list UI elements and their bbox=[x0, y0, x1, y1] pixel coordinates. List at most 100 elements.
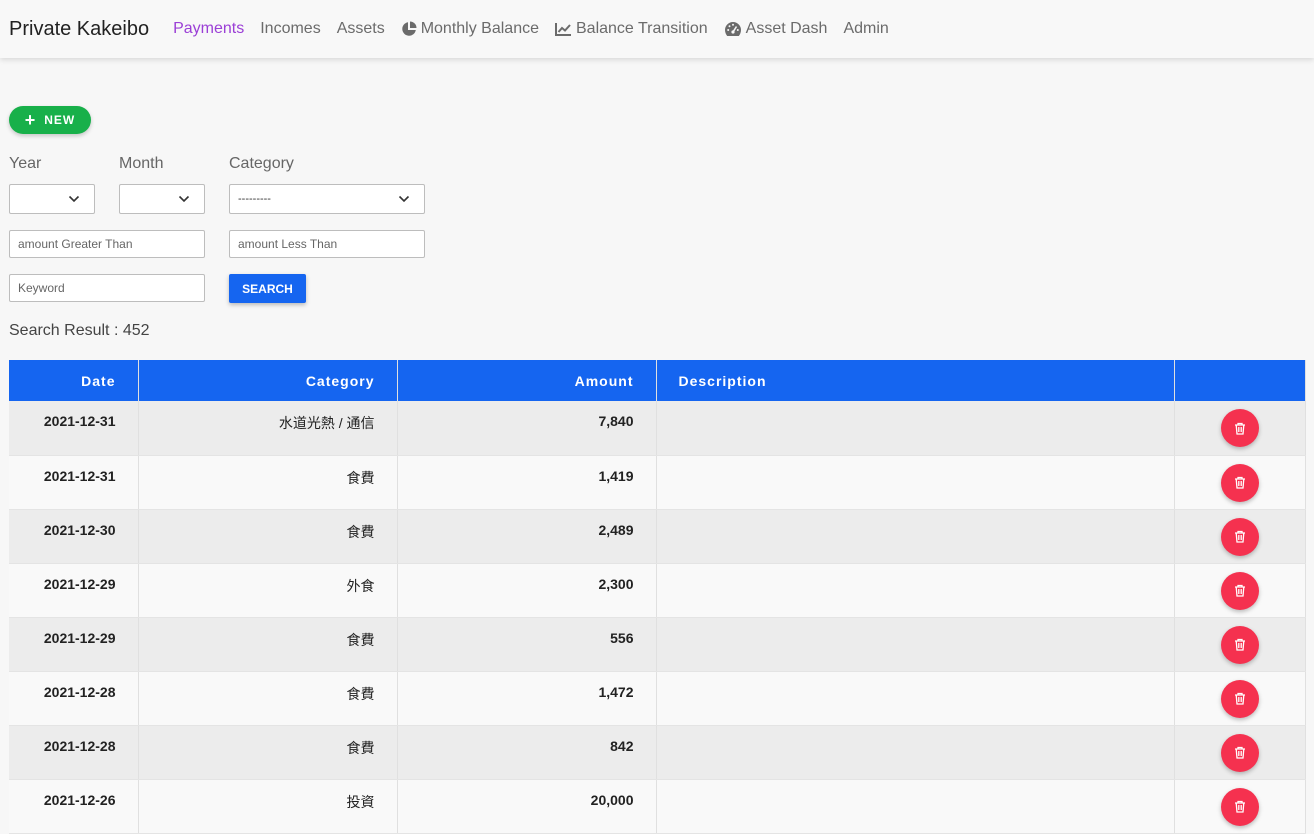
nav-monthly-balance[interactable]: Monthly Balance bbox=[401, 20, 539, 38]
keyword-input[interactable] bbox=[9, 274, 205, 302]
nav-admin-label: Admin bbox=[843, 20, 889, 37]
payments-table: Date Category Amount Description 2021-12… bbox=[9, 360, 1306, 834]
nav-asset-dash-label: Asset Dash bbox=[745, 20, 828, 37]
new-button-label: NEW bbox=[44, 113, 76, 127]
table-row[interactable]: 2021-12-31 水道光熱 / 通信 7,840 bbox=[9, 401, 1306, 456]
table-row[interactable]: 2021-12-31 食費 1,419 bbox=[9, 455, 1306, 510]
brand-title[interactable]: Private Kakeibo bbox=[9, 18, 149, 41]
category-column-header[interactable]: Category bbox=[138, 360, 398, 401]
category-select-value: --------- bbox=[238, 193, 271, 205]
nav-balance-transition-label: Balance Transition bbox=[576, 20, 708, 37]
row-category: 外食 bbox=[138, 563, 398, 618]
row-date: 2021-12-31 bbox=[9, 455, 139, 510]
row-date: 2021-12-30 bbox=[9, 509, 139, 564]
nav-monthly-balance-label: Monthly Balance bbox=[420, 20, 539, 37]
row-category: 食費 bbox=[138, 455, 398, 510]
row-date: 2021-12-28 bbox=[9, 725, 139, 780]
trash-icon bbox=[1234, 692, 1245, 705]
top-navbar: Private Kakeibo Payments Incomes Assets … bbox=[0, 0, 1314, 58]
search-result-count: Search Result : 452 bbox=[9, 322, 150, 339]
amount-less-than-input[interactable] bbox=[229, 230, 425, 258]
dashboard-icon bbox=[724, 22, 741, 36]
row-description bbox=[656, 617, 1175, 672]
row-amount: 842 bbox=[397, 725, 657, 780]
year-select[interactable] bbox=[9, 184, 95, 214]
row-date: 2021-12-31 bbox=[9, 401, 139, 456]
delete-button[interactable] bbox=[1220, 733, 1259, 772]
table-row[interactable]: 2021-12-29 食費 556 bbox=[9, 617, 1306, 672]
nav-incomes-label: Incomes bbox=[260, 20, 321, 37]
nav-payments-label: Payments bbox=[173, 20, 245, 37]
row-amount: 556 bbox=[397, 617, 657, 672]
row-description bbox=[656, 563, 1175, 618]
row-description bbox=[656, 509, 1175, 564]
trash-icon bbox=[1234, 800, 1245, 813]
table-row[interactable]: 2021-12-29 外食 2,300 bbox=[9, 563, 1306, 618]
chevron-down-icon bbox=[398, 195, 410, 203]
row-date: 2021-12-26 bbox=[9, 779, 139, 834]
amount-greater-than-input[interactable] bbox=[9, 230, 205, 258]
delete-button[interactable] bbox=[1220, 625, 1259, 664]
row-date: 2021-12-29 bbox=[9, 563, 139, 618]
plus-icon: + bbox=[24, 110, 37, 130]
trash-icon bbox=[1234, 422, 1245, 435]
nav-payments[interactable]: Payments bbox=[173, 20, 244, 38]
row-category: 投資 bbox=[138, 779, 398, 834]
nav-admin[interactable]: Admin bbox=[843, 20, 888, 38]
row-description bbox=[656, 725, 1175, 780]
trash-icon bbox=[1234, 746, 1245, 759]
row-amount: 2,489 bbox=[397, 509, 657, 564]
row-category: 食費 bbox=[138, 509, 398, 564]
new-button[interactable]: + NEW bbox=[9, 106, 91, 134]
description-column-header[interactable]: Description bbox=[656, 360, 1175, 401]
trash-icon bbox=[1234, 638, 1245, 651]
row-description bbox=[656, 671, 1175, 726]
nav-incomes[interactable]: Incomes bbox=[260, 20, 320, 38]
month-select[interactable] bbox=[119, 184, 205, 214]
table-row[interactable]: 2021-12-28 食費 1,472 bbox=[9, 671, 1306, 726]
table-row[interactable]: 2021-12-30 食費 2,489 bbox=[9, 509, 1306, 564]
nav-balance-transition[interactable]: Balance Transition bbox=[555, 20, 708, 38]
row-category: 水道光熱 / 通信 bbox=[138, 401, 398, 456]
table-header-row: Date Category Amount Description bbox=[9, 360, 1306, 401]
actions-column-header bbox=[1174, 360, 1306, 401]
row-amount: 20,000 bbox=[397, 779, 657, 834]
year-label: Year bbox=[9, 155, 42, 172]
line-chart-icon bbox=[555, 23, 571, 36]
delete-button[interactable] bbox=[1220, 517, 1259, 556]
delete-button[interactable] bbox=[1220, 787, 1259, 826]
search-button-label: SEARCH bbox=[242, 281, 293, 296]
chevron-down-icon bbox=[178, 195, 190, 203]
row-amount: 1,419 bbox=[397, 455, 657, 510]
pie-chart-icon bbox=[401, 21, 417, 36]
delete-button[interactable] bbox=[1220, 679, 1259, 718]
category-select[interactable]: --------- bbox=[229, 184, 425, 214]
delete-button[interactable] bbox=[1220, 409, 1259, 447]
row-date: 2021-12-28 bbox=[9, 671, 139, 726]
row-category: 食費 bbox=[138, 671, 398, 726]
delete-button[interactable] bbox=[1220, 463, 1259, 502]
amount-column-header[interactable]: Amount bbox=[397, 360, 657, 401]
trash-icon bbox=[1234, 476, 1245, 489]
table-row[interactable]: 2021-12-28 食費 842 bbox=[9, 725, 1306, 780]
row-description bbox=[656, 401, 1175, 456]
chevron-down-icon bbox=[68, 195, 80, 203]
nav-asset-dash[interactable]: Asset Dash bbox=[724, 20, 828, 38]
row-category: 食費 bbox=[138, 725, 398, 780]
row-amount: 2,300 bbox=[397, 563, 657, 618]
nav-assets-label: Assets bbox=[336, 20, 385, 37]
row-amount: 1,472 bbox=[397, 671, 657, 726]
row-category: 食費 bbox=[138, 617, 398, 672]
trash-icon bbox=[1234, 584, 1245, 597]
row-date: 2021-12-29 bbox=[9, 617, 139, 672]
row-description bbox=[656, 779, 1175, 834]
date-column-header[interactable]: Date bbox=[9, 360, 139, 401]
category-label: Category bbox=[229, 155, 294, 172]
table-row[interactable]: 2021-12-26 投資 20,000 bbox=[9, 779, 1306, 834]
row-amount: 7,840 bbox=[397, 401, 657, 456]
search-button[interactable]: SEARCH bbox=[229, 274, 306, 303]
nav-assets[interactable]: Assets bbox=[337, 20, 385, 38]
month-label: Month bbox=[119, 155, 164, 172]
row-description bbox=[656, 455, 1175, 510]
delete-button[interactable] bbox=[1220, 571, 1259, 610]
